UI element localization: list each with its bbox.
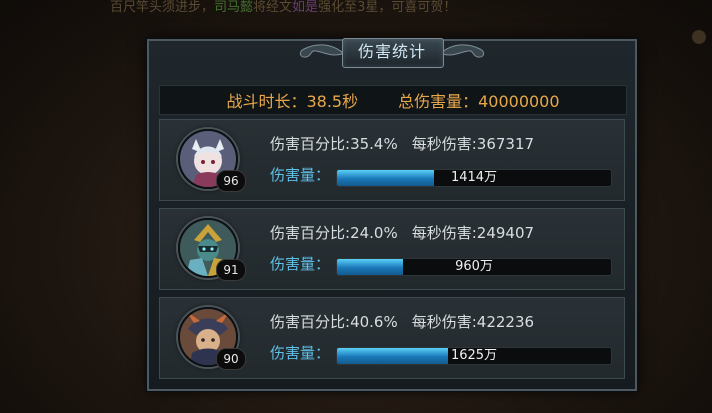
damage-amount-value: 1414万 xyxy=(450,170,498,185)
title-plate: 伤害统计 xyxy=(294,35,490,73)
damage-amount-value: 1625万 xyxy=(450,348,498,363)
hero-damage-row[interactable]: 96 伤害百分比:35.4% 每秒伤害:367317 伤害量： 1414万 xyxy=(159,119,625,201)
panel-title: 伤害统计 xyxy=(357,42,426,61)
ticker-text: 百尺竿头须进步， xyxy=(110,0,215,15)
damage-progress-bar: 1625万 xyxy=(336,347,612,365)
damage-amount-label: 伤害量： xyxy=(270,166,331,184)
ticker-text: 强化至3星，可喜可贺！ xyxy=(318,0,457,15)
dps-value: :422236 xyxy=(471,313,535,331)
hero-level-badge: 90 xyxy=(216,348,246,370)
damage-amount-label: 伤害量： xyxy=(270,255,331,273)
damage-percent-value: :40.6% xyxy=(345,313,398,331)
background-icon xyxy=(692,30,706,44)
damage-percent-label: 伤害百分比 xyxy=(270,224,346,242)
battle-time: 战斗时长：38.5秒 xyxy=(226,92,359,111)
damage-stats-line: 伤害百分比:35.4% 每秒伤害:367317 xyxy=(270,133,534,154)
ticker-hero-name: 司马懿 xyxy=(214,0,254,15)
total-damage: 总伤害量：40000000 xyxy=(398,92,560,111)
ticker-text: 将经文 xyxy=(253,0,293,15)
damage-amount-value: 960万 xyxy=(455,259,493,274)
ornament-right-icon xyxy=(442,44,485,58)
damage-stats-line: 伤害百分比:40.6% 每秒伤害:422236 xyxy=(270,311,534,332)
background-broadcast-text: 百尺竿头须进步，司马懿将经文如是强化至3星，可喜可贺！ xyxy=(110,0,456,15)
damage-percent-value: :35.4% xyxy=(345,135,398,153)
damage-percent-label: 伤害百分比 xyxy=(270,313,346,331)
dps-label: 每秒伤害 xyxy=(411,224,472,242)
damage-percent-value: :24.0% xyxy=(345,224,398,242)
damage-stats-panel: 伤害统计 战斗时长：38.5秒 总伤害量：40000000 96 伤害百分比:3… xyxy=(147,38,637,391)
hero-level-badge: 91 xyxy=(216,259,246,281)
dps-label: 每秒伤害 xyxy=(411,135,472,153)
dps-value: :367317 xyxy=(471,135,535,153)
battle-summary: 战斗时长：38.5秒 总伤害量：40000000 xyxy=(159,85,627,115)
damage-amount-label: 伤害量： xyxy=(270,344,331,362)
dps-value: :249407 xyxy=(471,224,535,242)
hero-damage-row[interactable]: 91 伤害百分比:24.0% 每秒伤害:249407 伤害量： 960万 xyxy=(159,208,625,290)
ticker-item-name: 如是 xyxy=(292,0,319,15)
hero-level-badge: 96 xyxy=(216,170,246,192)
damage-percent-label: 伤害百分比 xyxy=(270,135,346,153)
damage-progress-bar: 1414万 xyxy=(336,169,612,187)
ornament-left-icon xyxy=(299,44,342,58)
dps-label: 每秒伤害 xyxy=(411,313,472,331)
hero-damage-row[interactable]: 90 伤害百分比:40.6% 每秒伤害:422236 伤害量： 1625万 xyxy=(159,297,625,379)
damage-stats-line: 伤害百分比:24.0% 每秒伤害:249407 xyxy=(270,222,534,243)
damage-progress-bar: 960万 xyxy=(336,258,612,276)
